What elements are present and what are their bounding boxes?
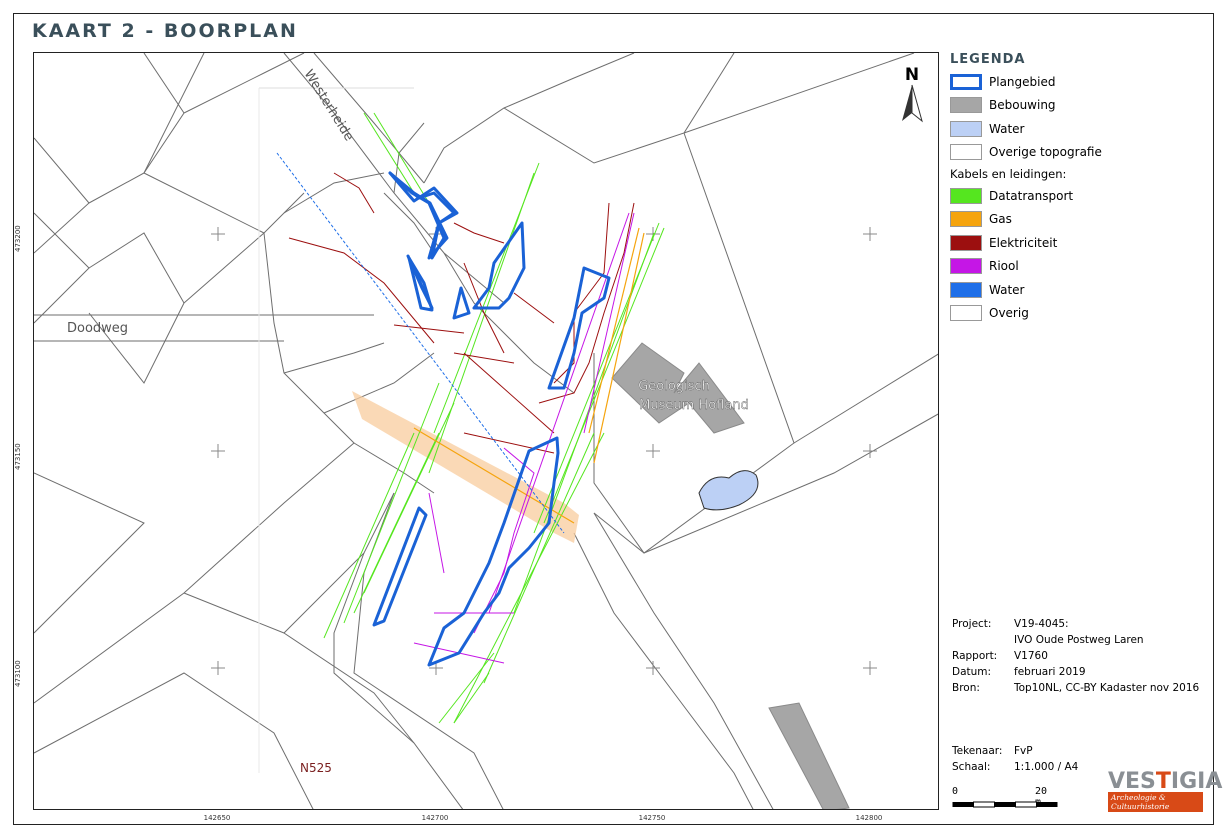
- scale-bar-graphic: [952, 801, 1058, 808]
- plangebied: [372, 171, 611, 667]
- legend-swatch: [950, 187, 982, 204]
- legend-swatch: [950, 234, 982, 251]
- grid-y-label: 473100: [14, 660, 22, 687]
- legend-item-gas: Gas: [950, 208, 1210, 232]
- info-key: Schaal:: [952, 761, 991, 773]
- info-value: FvP: [1014, 745, 1033, 757]
- legend-item-overige-topografie: Overige topografie: [950, 141, 1210, 165]
- legend-label: Water: [989, 121, 1025, 136]
- legend-item-water: Water: [950, 117, 1210, 141]
- museum-label-line2: Museum Hofland: [639, 398, 749, 413]
- info-value: V19-4045:: [1014, 618, 1069, 630]
- street-westerheide: Westerheide: [301, 67, 357, 144]
- legend-item-plangebied: Plangebied: [950, 70, 1210, 94]
- info-value: 1:1.000 / A4: [1014, 761, 1079, 773]
- legend: LEGENDA Plangebied Bebouwing Water Overi…: [950, 52, 1210, 325]
- grid-y-label: 473200: [14, 225, 22, 252]
- legend-swatch: [950, 258, 982, 275]
- grid-x-label: 142700: [421, 814, 449, 822]
- info-value: IVO Oude Postweg Laren: [1014, 634, 1144, 646]
- info-key: Project:: [952, 618, 992, 630]
- legend-label: Water: [989, 282, 1025, 297]
- pond: [698, 470, 759, 511]
- legend-item-water-cable: Water: [950, 278, 1210, 302]
- gas-lines: [413, 227, 645, 524]
- legend-label: Datatransport: [989, 188, 1074, 203]
- legend-label: Overig: [989, 306, 1029, 321]
- legend-label: Elektriciteit: [989, 235, 1058, 250]
- map-title: KAART 2 - BOORPLAN: [32, 20, 298, 42]
- map-canvas[interactable]: Westerheide Doodweg N525 Geologisch Muse…: [33, 52, 939, 810]
- north-letter: N: [905, 65, 919, 85]
- logo-part: T: [1155, 769, 1171, 794]
- info-value: Top10NL, CC-BY Kadaster nov 2016: [1014, 682, 1200, 694]
- legend-swatch: [950, 305, 982, 322]
- scale-start-label: 0: [952, 786, 959, 797]
- north-arrow: N: [902, 65, 923, 123]
- info-value: V1760: [1014, 650, 1048, 662]
- legend-title: LEGENDA: [950, 52, 1026, 67]
- logo-wordmark: VESTIGIA: [1108, 769, 1222, 794]
- drawing-info: Tekenaar: FvP Schaal: 1:1.000 / A4: [952, 743, 1078, 775]
- legend-item-overig: Overig: [950, 302, 1210, 326]
- project-info: Project: V19-4045: IVO Oude Postweg Laren…: [952, 616, 1199, 696]
- topography: [34, 53, 938, 809]
- grid-x-label: 142650: [203, 814, 231, 822]
- info-value: februari 2019: [1014, 666, 1086, 678]
- legend-label: Riool: [989, 259, 1019, 274]
- buildings: [611, 342, 850, 809]
- legend-label: Bebouwing: [989, 98, 1056, 113]
- grid-x-label: 142800: [855, 814, 883, 822]
- legend-swatch: [950, 144, 982, 161]
- legend-item-bebouwing: Bebouwing: [950, 94, 1210, 118]
- legend-label: Overige topografie: [989, 145, 1102, 160]
- museum-label-line1: Geologisch: [638, 379, 710, 394]
- legend-item-elektriciteit: Elektriciteit: [950, 231, 1210, 255]
- info-key: Rapport:: [952, 650, 998, 662]
- legend-item-riool: Riool: [950, 255, 1210, 279]
- legend-label: Gas: [989, 212, 1012, 227]
- legend-swatch: [950, 120, 982, 137]
- logo-tagline: Archeologie & Cultuurhistorie: [1108, 792, 1203, 812]
- logo-part: IGIA: [1170, 769, 1223, 794]
- legend-swatch: [950, 97, 982, 114]
- info-key: Datum:: [952, 666, 992, 678]
- grid-y-label: 473150: [14, 443, 22, 470]
- logo-part: VES: [1108, 769, 1156, 794]
- grid-x-label: 142750: [638, 814, 666, 822]
- map-drawing: Westerheide Doodweg N525 Geologisch Muse…: [34, 53, 938, 809]
- vestigia-logo: VESTIGIA Archeologie & Cultuurhistorie: [1108, 769, 1222, 812]
- legend-swatch: [950, 211, 982, 228]
- legend-swatch: [950, 73, 982, 90]
- street-doodweg: Doodweg: [67, 321, 128, 336]
- legend-cables-header: Kabels en leidingen:: [950, 167, 1067, 181]
- info-key: Tekenaar:: [952, 745, 1003, 757]
- legend-swatch: [950, 281, 982, 298]
- legend-label: Plangebied: [989, 74, 1056, 89]
- road-n525: N525: [300, 761, 332, 775]
- info-key: Bron:: [952, 682, 980, 694]
- legend-item-datatransport: Datatransport: [950, 184, 1210, 208]
